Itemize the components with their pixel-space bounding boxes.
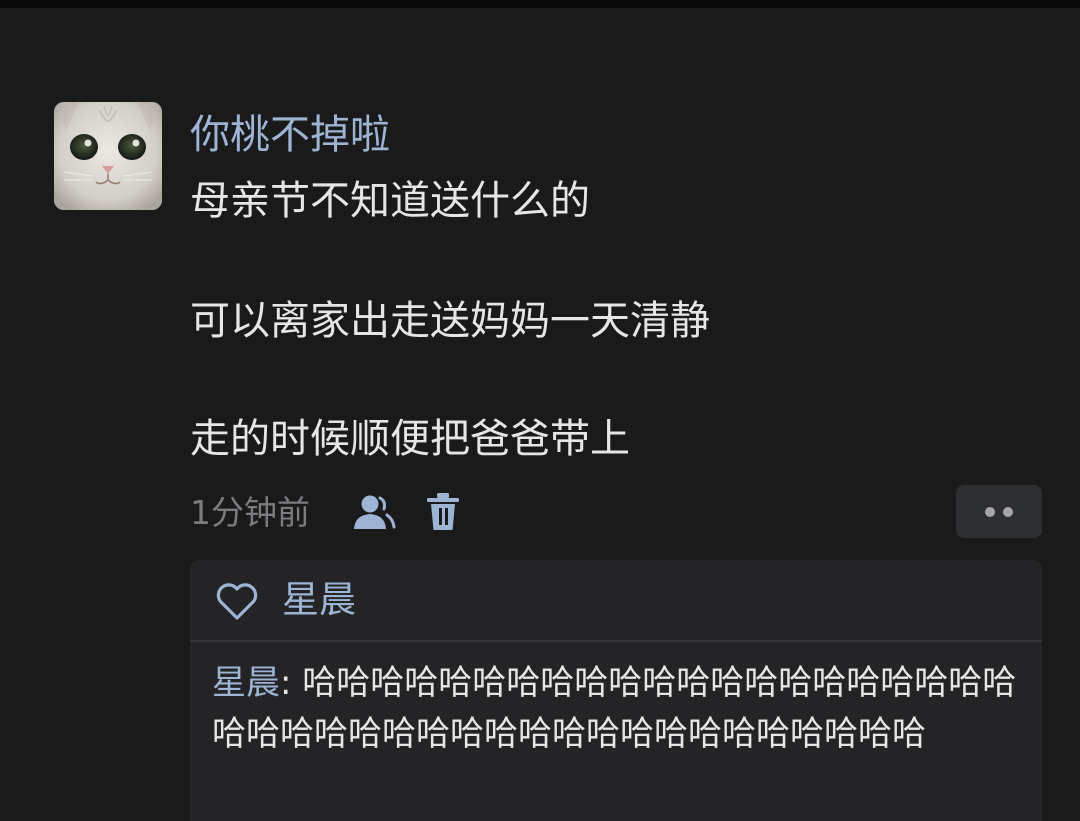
trash-icon[interactable]	[425, 492, 461, 532]
post-timestamp: 1分钟前	[190, 493, 310, 532]
post-text-line-2: 可以离家出走送妈妈一天清静	[190, 298, 710, 344]
reply-comment: 星晨: 哈哈哈哈哈哈哈哈哈哈哈哈哈哈哈哈哈哈哈哈哈哈哈哈哈哈哈哈哈哈哈哈哈哈哈哈…	[212, 658, 1032, 760]
more-options-button[interactable]	[956, 485, 1042, 538]
post-username[interactable]: 你桃不掉啦	[190, 110, 390, 160]
interaction-panel: 星晨 星晨: 哈哈哈哈哈哈哈哈哈哈哈哈哈哈哈哈哈哈哈哈哈哈哈哈哈哈哈哈哈哈哈哈哈…	[190, 560, 1042, 821]
user-avatar[interactable]	[54, 102, 162, 210]
reply-author[interactable]: 星晨	[212, 663, 280, 703]
liker-name[interactable]: 星晨	[282, 576, 356, 624]
top-edge-strip	[0, 0, 1080, 8]
reply-separator: :	[280, 663, 303, 703]
heart-icon[interactable]	[215, 581, 259, 621]
cat-face-icon	[54, 102, 162, 210]
user-icon[interactable]	[352, 493, 396, 533]
post-text-line-3: 走的时候顺便把爸爸带上	[190, 416, 630, 462]
reply-body: 哈哈哈哈哈哈哈哈哈哈哈哈哈哈哈哈哈哈哈哈哈哈哈哈哈哈哈哈哈哈哈哈哈哈哈哈哈哈哈哈…	[212, 663, 1017, 754]
likes-row: 星晨	[190, 560, 1042, 642]
more-dots-icon	[985, 507, 995, 517]
post-text-line-1: 母亲节不知道送什么的	[190, 178, 590, 224]
more-dots-icon-dot	[1003, 507, 1013, 517]
